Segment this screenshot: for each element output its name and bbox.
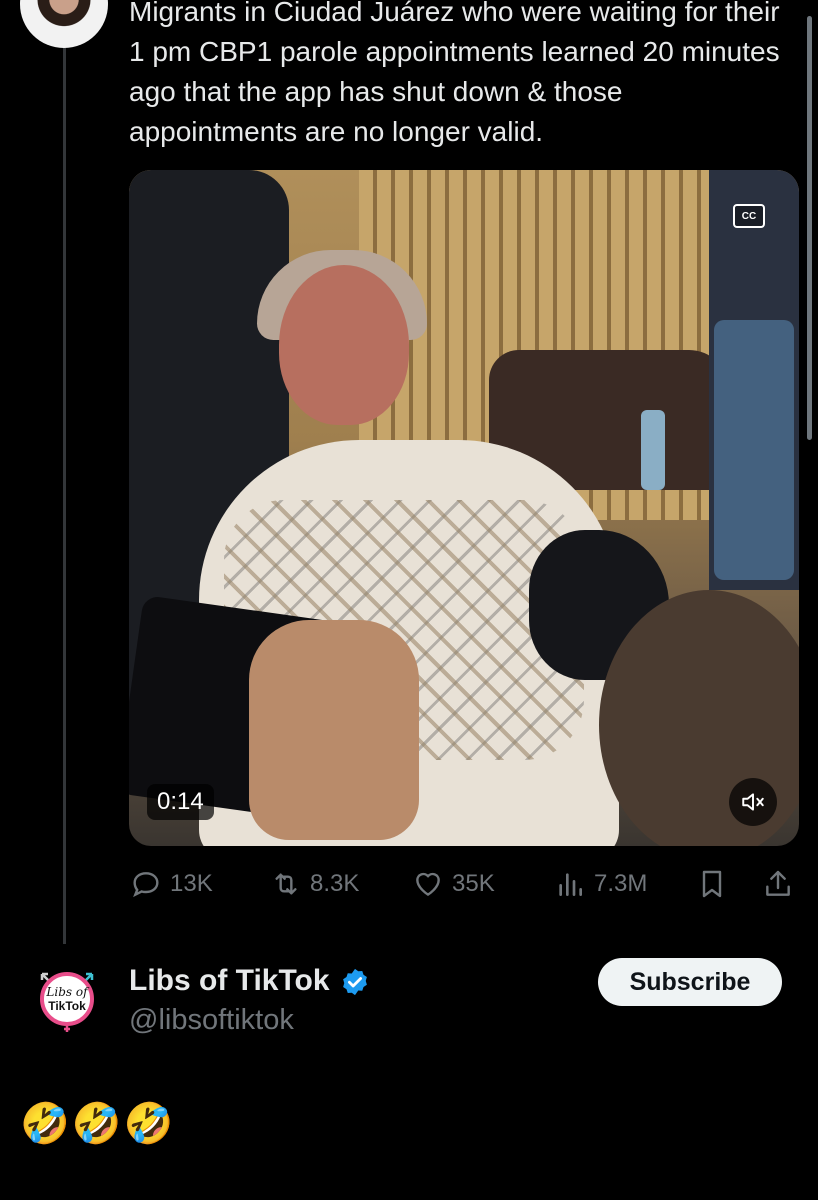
logo-line-1: Libs of — [46, 985, 88, 999]
video-frame-bottle — [641, 410, 665, 490]
video-frame-face — [279, 265, 409, 425]
reply-count: 13K — [170, 870, 213, 897]
video-player[interactable]: CC 0:14 — [129, 170, 799, 846]
captions-button[interactable]: CC — [733, 204, 765, 228]
author-name[interactable]: Libs of TikTok — [129, 964, 330, 998]
logo-line-2: TikTok — [48, 999, 86, 1013]
reply-text: 🤣🤣🤣 — [20, 1101, 176, 1147]
subscribe-button[interactable]: Subscribe — [598, 958, 782, 1006]
share-icon — [766, 870, 790, 896]
heart-icon — [416, 872, 440, 896]
speaker-muted-icon — [742, 793, 764, 811]
bookmark-icon — [702, 870, 722, 898]
bookmark-button[interactable] — [696, 864, 728, 904]
author-handle[interactable]: @libsoftiktok — [129, 1004, 294, 1037]
previous-author-avatar[interactable] — [20, 0, 108, 48]
author-avatar[interactable]: Libs of TikTok — [34, 966, 100, 1032]
repost-icon — [275, 873, 297, 895]
mute-button[interactable] — [729, 778, 777, 826]
like-count: 35K — [452, 870, 495, 897]
tweet-actions: 13K 8.3K 35K 7.3M — [130, 864, 800, 904]
verified-badge-icon — [343, 968, 367, 996]
repost-count: 8.3K — [310, 870, 360, 897]
repost-button[interactable]: 8.3K — [270, 864, 359, 904]
like-button[interactable]: 35K — [412, 864, 495, 904]
video-frame-jeans — [714, 320, 794, 580]
views-chart-icon — [559, 873, 582, 896]
video-frame-hand — [249, 620, 419, 840]
reply-button[interactable]: 13K — [130, 864, 213, 904]
views-button[interactable]: 7.3M — [554, 864, 647, 904]
share-button[interactable] — [762, 864, 794, 904]
video-timestamp: 0:14 — [147, 784, 214, 820]
tweet-text: Migrants in Ciudad Juárez who were waiti… — [129, 0, 780, 147]
views-count: 7.3M — [594, 870, 648, 897]
thread-line — [63, 40, 66, 944]
scrollbar[interactable] — [807, 16, 812, 440]
libs-of-tiktok-logo: Libs of TikTok — [40, 972, 94, 1026]
reply-icon — [133, 872, 159, 898]
